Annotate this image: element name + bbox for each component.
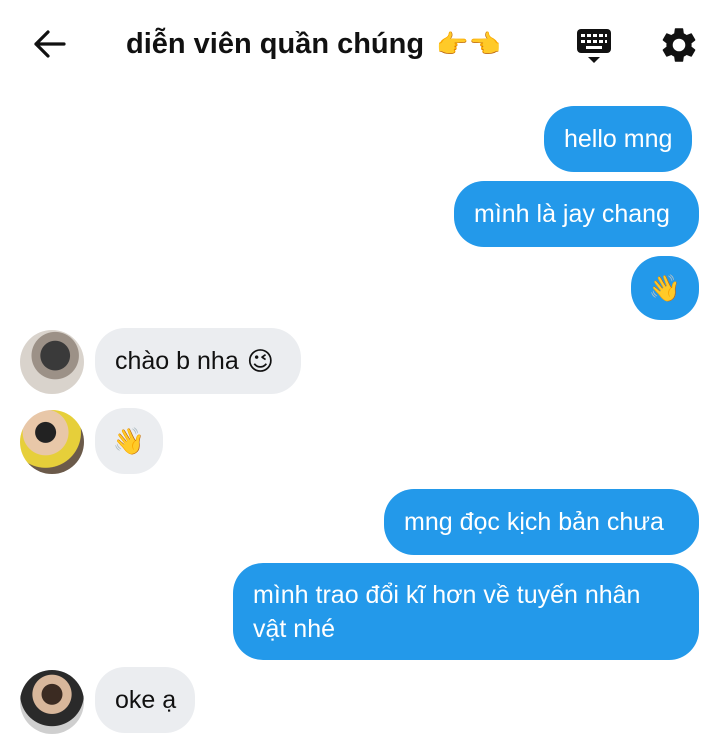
message-bubble-incoming[interactable]: chào b nha 😉	[95, 328, 301, 394]
keyboard-button[interactable]	[574, 26, 614, 66]
message-text: chào b nha	[115, 347, 239, 375]
back-button[interactable]	[30, 26, 70, 62]
message-text: oke ạ	[115, 686, 177, 714]
avatar[interactable]	[20, 670, 84, 734]
message-bubble-incoming[interactable]: oke ạ	[95, 667, 195, 733]
avatar[interactable]	[20, 330, 84, 394]
winking-face-emoji: 😉	[246, 346, 274, 376]
keyboard-icon	[577, 29, 611, 63]
waving-hand-emoji: 👋	[648, 273, 682, 303]
message-bubble-outgoing[interactable]: hello mng	[544, 106, 693, 172]
settings-button[interactable]	[658, 24, 700, 66]
chat-header: diễn viên quần chúng 👉👈	[0, 0, 716, 88]
pointing-hands-emoji: 👉👈	[436, 29, 501, 59]
arrow-left-icon	[34, 30, 66, 58]
avatar[interactable]	[20, 410, 84, 474]
chat-title-text: diễn viên quần chúng	[126, 28, 425, 60]
message-text: mình là jay chang	[474, 200, 670, 228]
message-text-line: mình trao đổi kĩ hơn về tuyến nhân	[253, 580, 641, 609]
message-bubble-outgoing[interactable]: mình trao đổi kĩ hơn về tuyến nhân vật n…	[233, 563, 699, 660]
message-bubble-outgoing[interactable]: 👋	[631, 256, 699, 320]
message-text: mng đọc kịch bản chưa	[404, 508, 664, 536]
gear-icon	[662, 28, 696, 62]
message-text: hello mng	[564, 125, 673, 153]
message-bubble-outgoing[interactable]: mng đọc kịch bản chưa	[384, 489, 699, 555]
waving-hand-emoji: 👋	[112, 426, 146, 456]
message-bubble-incoming[interactable]: 👋	[95, 408, 163, 474]
message-bubble-outgoing[interactable]: mình là jay chang	[454, 181, 699, 247]
message-text-line: vật nhé	[253, 614, 336, 643]
chat-title: diễn viên quần chúng 👉👈	[126, 24, 501, 64]
